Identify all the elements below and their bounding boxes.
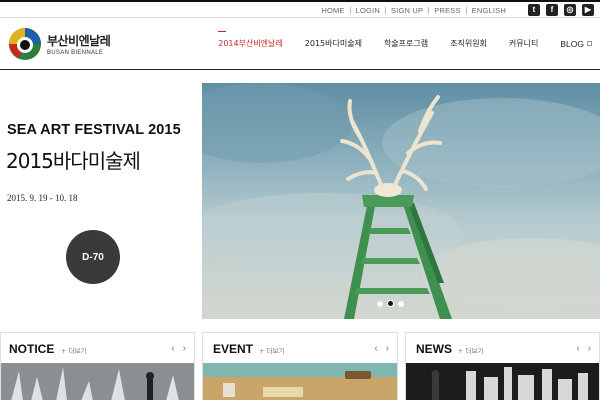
news-pager: ‹ › [576,343,591,354]
event-pager: ‹ › [374,343,389,354]
next-arrow-icon[interactable]: › [588,343,591,354]
home-link[interactable]: HOME [321,6,344,15]
ladder-with-antlers-artwork [202,83,600,319]
divider [428,6,430,14]
news-thumbnail[interactable] [406,363,599,400]
hero-date: 2015. 9. 19 - 10. 18 [7,193,78,203]
nav-item-organizing-committee[interactable]: 조직위원회 [450,38,487,49]
dday-badge: D-70 [66,230,120,284]
site-logo[interactable]: 부산비엔날레 BUSAN BIENNALE [8,27,111,61]
notice-panel: NOTICE + 더보기 ‹ › [0,332,195,400]
news-header: NEWS + 더보기 ‹ › [406,333,599,363]
signup-link[interactable]: SIGN UP [391,6,423,15]
login-link[interactable]: LOGIN [356,6,380,15]
logo-english: BUSAN BIENNALE [47,50,104,56]
blog-label: BLOG [560,38,584,49]
prev-arrow-icon[interactable]: ‹ [576,343,579,354]
site-header: 부산비엔날레 BUSAN BIENNALE 2014부산비엔날레 2015바다미… [0,18,600,70]
nav-item-community[interactable]: 커뮤니티 [509,38,538,49]
instagram-icon[interactable]: ◎ [564,4,576,16]
facebook-icon[interactable]: f [546,4,558,16]
next-arrow-icon[interactable]: › [183,343,186,354]
divider [465,6,467,14]
notice-thumbnail[interactable] [1,363,194,400]
external-link-icon [587,40,592,46]
nav-item-busan-biennale-2014[interactable]: 2014부산비엔날레 [218,31,283,49]
next-arrow-icon[interactable]: › [386,343,389,354]
event-header: EVENT + 더보기 ‹ › [203,333,397,363]
event-more-link[interactable]: + 더보기 [259,345,284,355]
divider [349,6,351,14]
notice-header: NOTICE + 더보기 ‹ › [1,333,194,363]
hero-title-english: SEA ART FESTIVAL 2015 [7,122,181,138]
notice-title: NOTICE [9,342,55,356]
slide-dot[interactable] [377,300,383,307]
utility-bar: HOME LOGIN SIGN UP PRESS ENGLISH t f ◎ ▶ [0,0,600,18]
event-panel: EVENT + 더보기 ‹ › [202,332,398,400]
logo-korean: 부산비엔날레 [47,34,111,48]
notice-pager: ‹ › [171,343,186,354]
twitter-icon[interactable]: t [528,4,540,16]
press-link[interactable]: PRESS [434,6,460,15]
hero-title-korean: 2015바다미술제 [6,149,141,173]
news-panel: NEWS + 더보기 ‹ › [405,332,600,400]
slide-indicator [377,300,404,307]
event-title: EVENT [213,342,254,356]
youtube-icon[interactable]: ▶ [582,4,594,16]
utility-links: HOME LOGIN SIGN UP PRESS ENGLISH [321,3,506,17]
divider [384,6,386,14]
main-nav: 2014부산비엔날레 2015바다미술제 학술프로그램 조직위원회 커뮤니티 B… [196,31,592,49]
event-thumbnail[interactable] [203,363,397,400]
prev-arrow-icon[interactable]: ‹ [374,343,377,354]
nav-item-sea-art-festival-2015[interactable]: 2015바다미술제 [305,38,362,49]
nav-item-blog[interactable]: BLOG [560,39,592,49]
logo-text: 부산비엔날레 BUSAN BIENNALE [47,32,111,56]
hero-info: SEA ART FESTIVAL 2015 2015바다미술제 2015. 9.… [0,83,200,319]
logo-mark-icon [8,27,42,61]
notice-more-link[interactable]: + 더보기 [61,345,86,355]
hero-slide-image[interactable] [202,83,600,319]
social-links: t f ◎ ▶ [528,4,594,16]
english-link[interactable]: ENGLISH [472,6,506,15]
nav-item-academic-program[interactable]: 학술프로그램 [384,38,428,49]
slide-dot-active[interactable] [387,300,394,307]
news-title: NEWS [416,342,452,356]
slide-dot[interactable] [398,300,404,307]
news-more-link[interactable]: + 더보기 [458,345,483,355]
prev-arrow-icon[interactable]: ‹ [171,343,174,354]
